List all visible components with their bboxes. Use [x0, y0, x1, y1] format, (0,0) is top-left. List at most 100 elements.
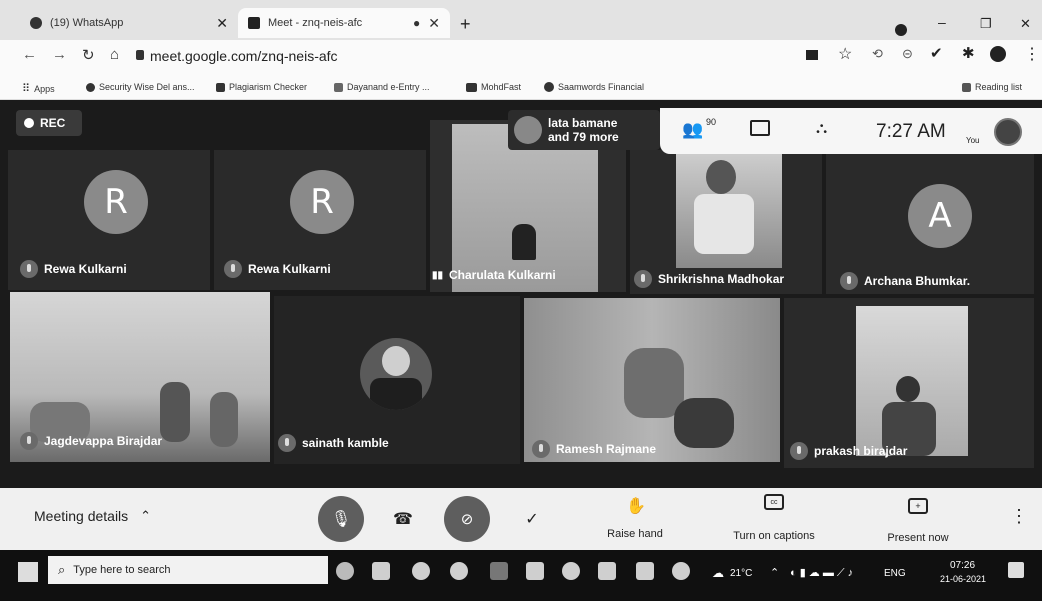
back-icon[interactable]: ←: [22, 46, 37, 63]
home-icon[interactable]: ⌂: [110, 46, 119, 63]
language-indicator[interactable]: ENG: [884, 568, 906, 579]
people-icon[interactable]: 👥: [682, 120, 703, 140]
bookmark-item[interactable]: MohdFast: [466, 82, 521, 92]
participant-tile[interactable]: A Archana Bhumkar.: [826, 154, 1034, 294]
weather-temp[interactable]: 21°C: [730, 568, 752, 579]
bookmark-item[interactable]: Dayanand e-Entry ...: [334, 82, 430, 92]
weather-icon[interactable]: ☁: [712, 566, 724, 580]
participant-name-bar: Archana Bhumkar.: [840, 272, 970, 290]
captions-button[interactable]: Turn on captions: [718, 530, 830, 542]
minimize-icon[interactable]: –: [938, 14, 946, 30]
reload-icon[interactable]: ↻: [82, 46, 95, 64]
person-body: [370, 378, 422, 410]
participant-name-bar: prakash birajdar: [790, 442, 907, 460]
bookmark-item[interactable]: Security Wise Del ans...: [86, 82, 195, 92]
url-field[interactable]: meet.google.com/znq-neis-afc: [150, 48, 338, 64]
participant-tile[interactable]: Jagdevappa Birajdar: [10, 292, 270, 462]
extension-icon[interactable]: ⟲: [872, 46, 883, 62]
browser-tab-bar: (19) WhatsApp ✕ Meet - znq-neis-afc ● ✕ …: [0, 0, 1042, 40]
close-window-icon[interactable]: ✕: [1020, 16, 1031, 32]
new-tab-icon[interactable]: +: [460, 14, 471, 35]
self-avatar[interactable]: [994, 118, 1022, 146]
camera-in-use-icon[interactable]: [806, 50, 818, 60]
more-participants-name: lata bamane: [548, 116, 618, 130]
close-tab-icon[interactable]: ✕: [216, 15, 228, 32]
chrome-icon[interactable]: [450, 562, 468, 580]
check-icon: ✓: [525, 511, 539, 528]
meeting-details-button[interactable]: Meeting details ⌃: [34, 508, 151, 524]
bookmark-item[interactable]: Saamwords Financial: [544, 82, 644, 92]
hang-up-icon: ☎: [393, 511, 413, 528]
profile-icon[interactable]: [895, 24, 907, 36]
notifications-icon[interactable]: [1008, 562, 1024, 578]
more-participants-text: lata bamane and 79 more: [548, 116, 619, 144]
participant-name-bar: Ramesh Rajmane: [532, 440, 656, 458]
mic-toggle-button[interactable]: 🎙: [318, 496, 364, 542]
more-participants-count: and 79 more: [548, 130, 619, 144]
task-view-icon[interactable]: [336, 562, 354, 580]
help-icon[interactable]: [672, 562, 690, 580]
file-explorer-icon[interactable]: [372, 562, 390, 580]
app-icon[interactable]: [526, 562, 544, 580]
person-silhouette: [210, 392, 238, 447]
activities-icon[interactable]: ⛬: [816, 120, 827, 138]
edge-icon[interactable]: [412, 562, 430, 580]
check-extension-icon[interactable]: ✔: [930, 44, 943, 62]
profile-avatar-icon[interactable]: [990, 46, 1006, 62]
restore-icon[interactable]: ❐: [980, 16, 992, 32]
tab-title: Meet - znq-neis-afc: [268, 17, 363, 29]
participant-tile[interactable]: Ramesh Rajmane: [524, 298, 780, 462]
hand-icon[interactable]: ✋: [624, 494, 648, 518]
person-head: [896, 376, 920, 402]
leave-call-button[interactable]: ☎: [388, 506, 418, 532]
camera-toggle-button[interactable]: ⊘: [444, 496, 490, 542]
tray-icons: ◐ ▮ ☁ ▬ ⟋ ♪: [790, 567, 854, 579]
participant-name-bar: sainath kamble: [278, 434, 389, 452]
participant-tile[interactable]: prakash birajdar: [784, 298, 1034, 468]
bookmarks-bar: ⠿ Apps Security Wise Del ans... Plagiaris…: [0, 74, 1042, 100]
close-tab-icon[interactable]: ✕: [428, 15, 440, 32]
mic-off-icon: 🎙: [330, 511, 352, 528]
participant-name-bar: Jagdevappa Birajdar: [20, 432, 162, 450]
start-icon[interactable]: [18, 562, 38, 582]
app-icon[interactable]: [490, 562, 508, 580]
avatar: R: [290, 170, 354, 234]
person-silhouette: [160, 382, 190, 442]
captions-icon[interactable]: cc: [764, 494, 784, 510]
app-icon[interactable]: [636, 562, 654, 580]
puzzle-icon[interactable]: ✱: [962, 44, 975, 62]
participant-tile[interactable]: R Rewa Kulkarni: [8, 150, 210, 290]
check-button[interactable]: ✓: [520, 506, 544, 532]
tray-chevron-icon[interactable]: ⌃: [770, 566, 779, 579]
taskbar-search[interactable]: ⌕ Type here to search: [48, 556, 328, 584]
app-icon[interactable]: [598, 562, 616, 580]
bookmark-star-icon[interactable]: ☆: [838, 44, 852, 64]
bookmark-apps[interactable]: ⠿ Apps: [22, 82, 55, 95]
raise-hand-button[interactable]: Raise hand: [590, 528, 680, 540]
taskbar-time[interactable]: 07:26: [950, 560, 975, 571]
menu-kebab-icon[interactable]: ⋮: [1024, 44, 1040, 64]
present-button[interactable]: Present now: [870, 532, 966, 544]
you-label: You: [966, 136, 980, 145]
participant-tile[interactable]: R Rewa Kulkarni: [214, 150, 426, 290]
video-feed: [676, 150, 782, 268]
participant-avatar: [514, 116, 542, 144]
tab-meet[interactable]: Meet - znq-neis-afc ● ✕: [238, 8, 450, 38]
reading-list[interactable]: Reading list: [962, 82, 1022, 92]
more-options-icon[interactable]: ⋮: [1010, 506, 1028, 527]
video-feed: [524, 298, 780, 462]
tab-whatsapp[interactable]: (19) WhatsApp ✕: [20, 8, 238, 38]
participant-tile[interactable]: sainath kamble: [274, 296, 520, 464]
mic-off-icon: [20, 260, 38, 278]
avatar-photo: [360, 338, 432, 410]
app-icon[interactable]: [562, 562, 580, 580]
avatar: R: [84, 170, 148, 234]
more-participants-chip[interactable]: lata bamane and 79 more: [508, 110, 660, 150]
forward-icon[interactable]: →: [52, 46, 67, 63]
present-icon[interactable]: +: [908, 498, 928, 514]
taskbar-date[interactable]: 21-06-2021: [940, 574, 986, 584]
bookmark-item[interactable]: Plagiarism Checker: [216, 82, 307, 92]
participant-tile[interactable]: Shrikrishna Madhokar: [630, 150, 822, 294]
chat-icon[interactable]: [750, 120, 770, 136]
extension-icon[interactable]: ⊝: [902, 46, 913, 62]
